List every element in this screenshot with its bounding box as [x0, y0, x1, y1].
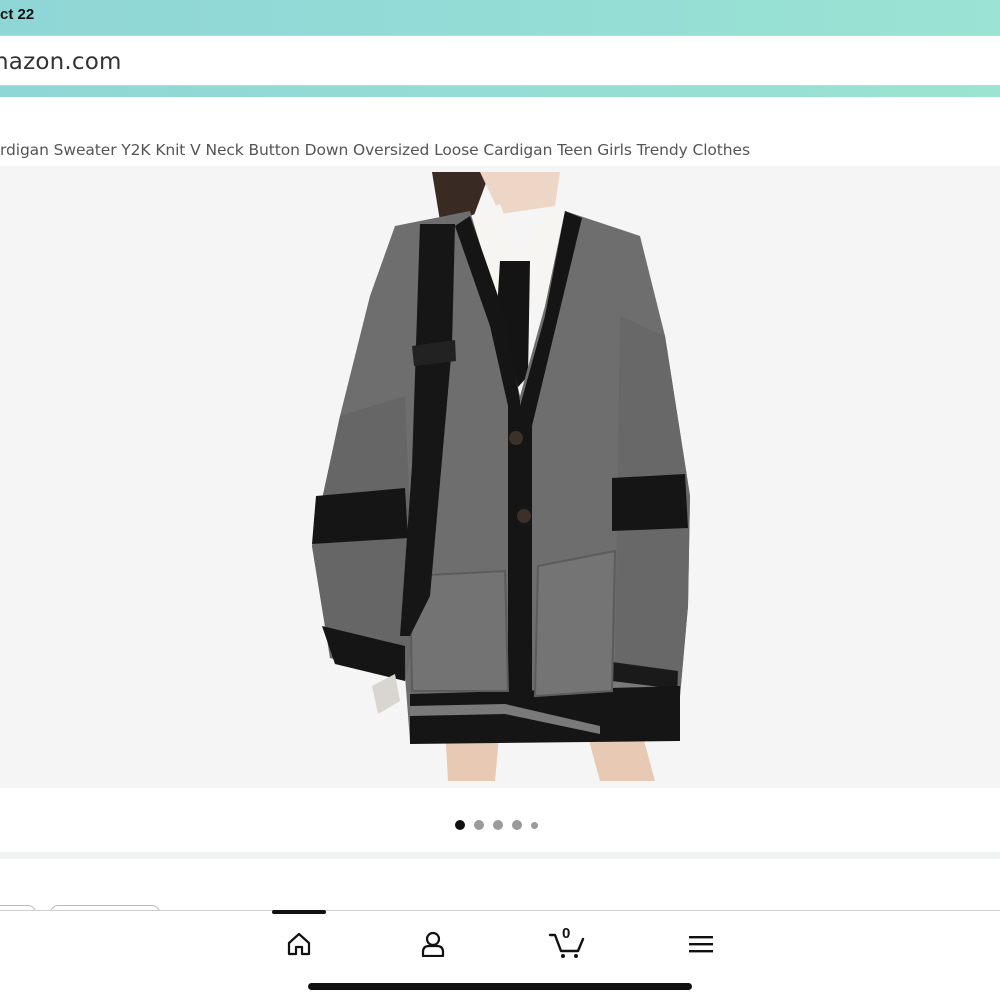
bottom-navigation: 0 — [0, 910, 1000, 1000]
carousel-dot[interactable] — [493, 820, 503, 830]
nav-menu-button[interactable] — [681, 927, 721, 961]
menu-icon — [689, 936, 713, 953]
carousel-dot[interactable] — [455, 820, 465, 830]
address-bar[interactable]: nazon.com — [0, 35, 1000, 86]
section-divider — [0, 852, 1000, 859]
active-tab-indicator — [272, 910, 326, 914]
browser-toolbar: nazon.com — [0, 33, 1000, 97]
status-time: ct 22 — [0, 6, 35, 23]
product-image[interactable] — [0, 166, 1000, 788]
account-icon — [421, 931, 445, 957]
nav-cart-button[interactable]: 0 — [546, 925, 588, 961]
product-image-carousel[interactable] — [0, 166, 1000, 788]
carousel-dot[interactable] — [512, 820, 522, 830]
address-url[interactable]: nazon.com — [0, 49, 122, 75]
product-title: rdigan Sweater Y2K Knit V Neck Button Do… — [0, 141, 750, 159]
carousel-dot[interactable] — [531, 821, 538, 829]
nav-home-button[interactable] — [279, 927, 319, 961]
nav-account-button[interactable] — [413, 927, 453, 961]
cart-count: 0 — [562, 925, 571, 942]
carousel-pagination — [455, 820, 538, 830]
status-bar: ct 22 — [0, 0, 1000, 33]
home-icon — [287, 932, 311, 956]
carousel-dot[interactable] — [474, 820, 484, 830]
home-indicator[interactable] — [308, 983, 692, 990]
